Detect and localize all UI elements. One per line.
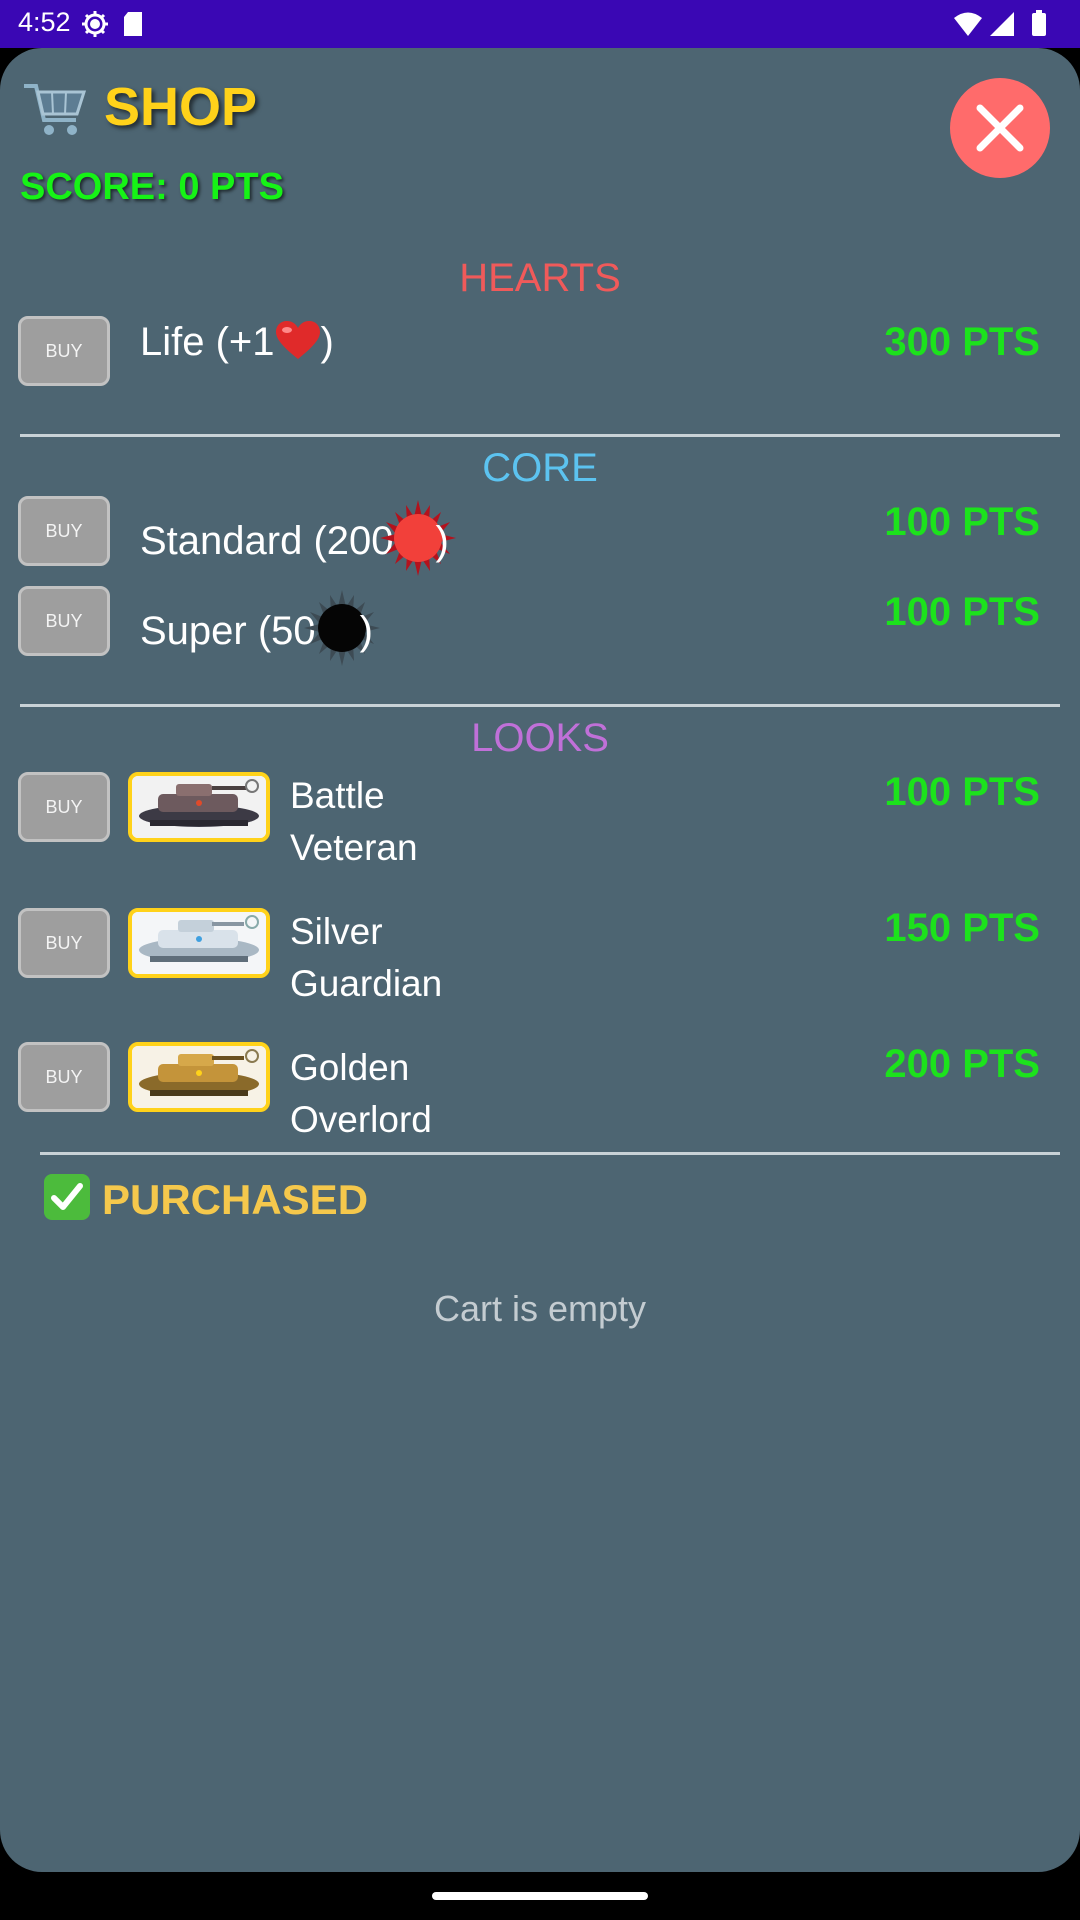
golden-overlord-thumbnail [128,1042,270,1112]
item-label-standard-core: Standard (200) [140,500,456,576]
item-label-super-core: Super (50) [140,590,380,666]
navigation-bar [0,1872,1080,1920]
shopping-cart-icon [22,76,88,147]
close-icon [976,104,1024,152]
shop-title: SHOP [104,77,258,137]
battery-icon [1032,13,1046,36]
battle-veteran-thumbnail [128,772,270,842]
check-icon [44,1174,90,1220]
wifi-icon [954,12,982,36]
home-gesture-handle[interactable] [432,1892,648,1900]
skin-name-battle-veteran: Battle Veteran [290,775,418,868]
signal-icon [990,12,1014,36]
section-divider [20,434,1060,437]
status-bar: 4:52 [0,0,1080,48]
price-battle-veteran: 100 PTS [884,770,1040,814]
shop-panel: SHOP SCORE: 0 PTS HEARTS BUY Life (+1) 3… [0,48,1080,1872]
price-standard-core: 100 PTS [884,500,1040,544]
status-right-icons [952,9,1062,44]
sd-card-icon [124,12,142,36]
status-time: 4:52 [18,7,71,37]
buy-battle-veteran-button[interactable]: BUY [18,772,110,842]
section-divider [20,704,1060,707]
section-title-core: CORE [482,446,598,490]
silver-guardian-thumbnail [128,908,270,978]
buy-super-core-button[interactable]: BUY [18,586,110,656]
close-button[interactable] [950,78,1050,178]
skin-name-silver-guardian: Silver Guardian [290,911,443,1004]
price-super-core: 100 PTS [884,590,1040,634]
buy-golden-overlord-button[interactable]: BUY [18,1042,110,1112]
section-title-hearts: HEARTS [459,256,621,300]
status-left-icons [80,9,150,44]
cart-empty-message: Cart is empty [433,1288,647,1329]
purchased-divider [40,1152,1060,1155]
score-display: SCORE: 0 PTS [20,166,284,208]
buy-standard-core-button[interactable]: BUY [18,496,110,566]
price-golden-overlord: 200 PTS [884,1042,1040,1086]
heart-icon [275,321,320,359]
price-life: 300 PTS [884,320,1040,364]
price-silver-guardian: 150 PTS [884,906,1040,950]
settings-icon [82,11,108,37]
buy-silver-guardian-button[interactable]: BUY [18,908,110,978]
purchased-heading: PURCHASED [42,1172,368,1224]
buy-life-button[interactable]: BUY [18,316,110,386]
skin-name-golden-overlord: Golden Overlord [290,1047,432,1140]
section-title-looks: LOOKS [471,716,609,760]
item-label-life: Life (+1) [140,320,334,364]
